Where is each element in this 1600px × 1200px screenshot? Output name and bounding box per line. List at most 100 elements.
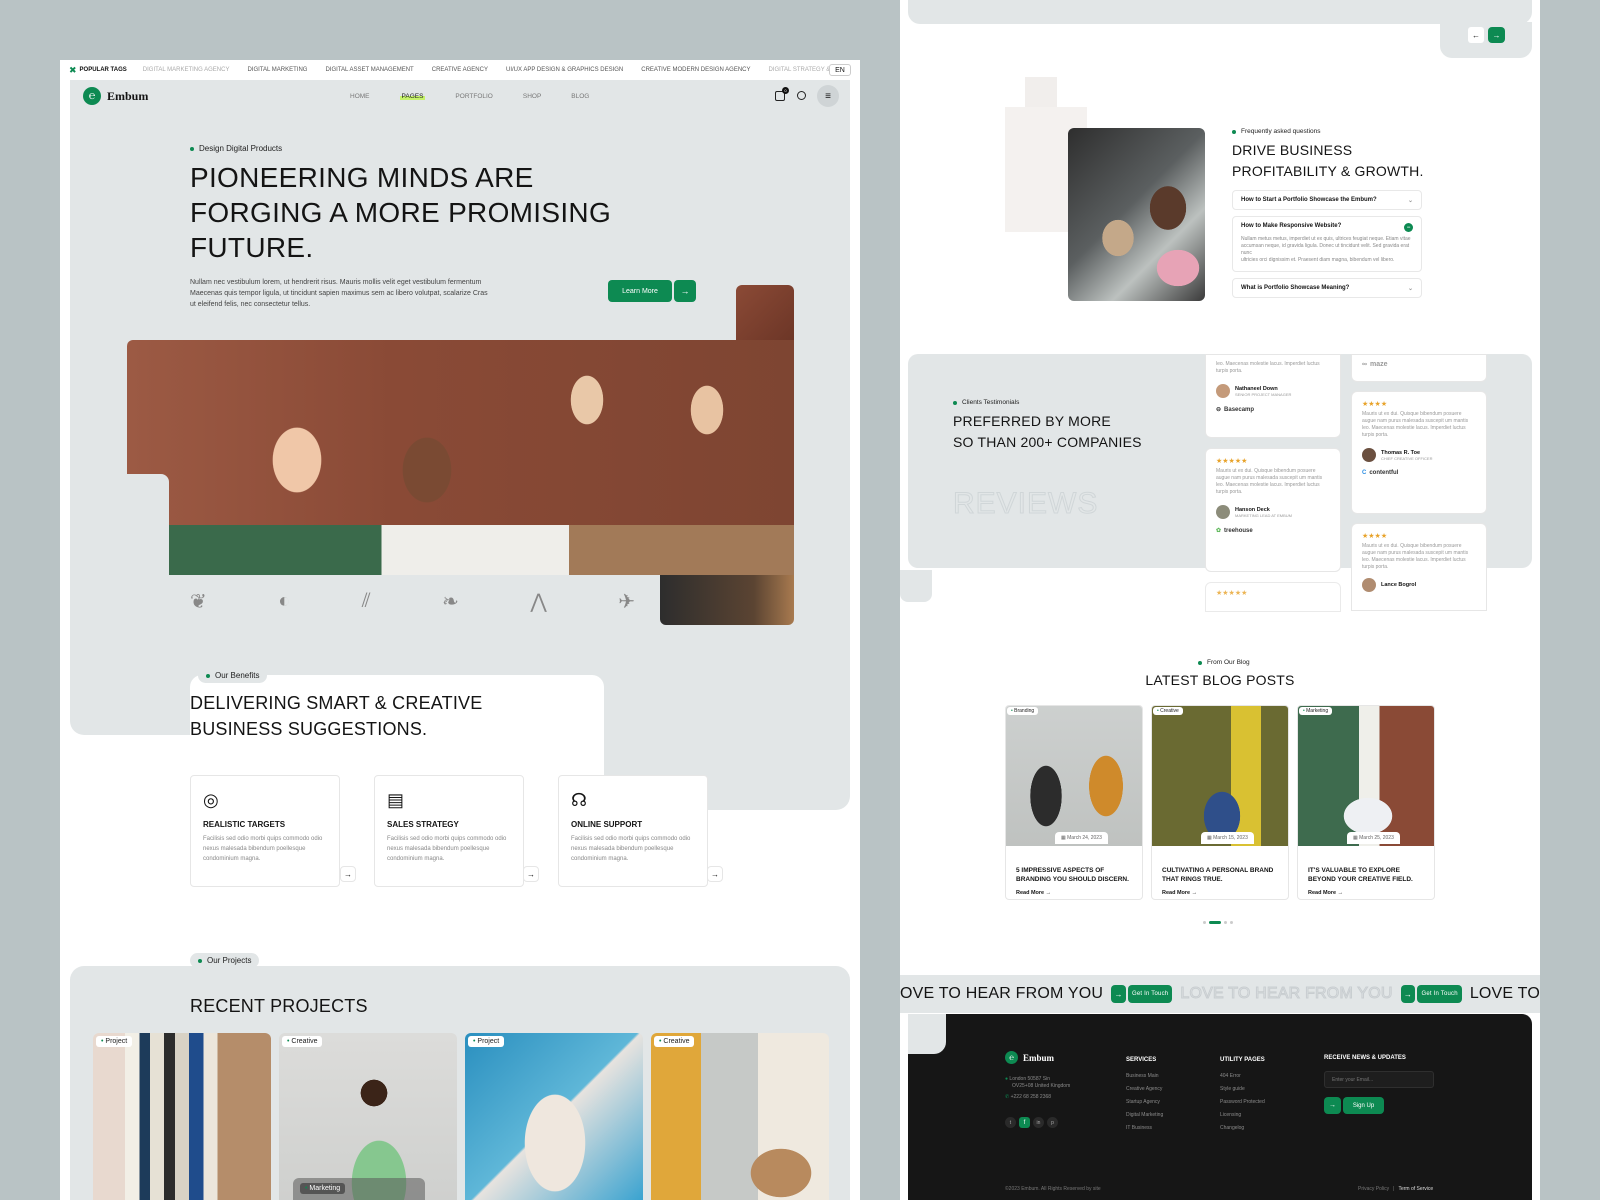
benefit-card[interactable]: ◎ REALISTIC TARGETS Facilisis sed odio m… <box>190 775 340 887</box>
nav-portfolio[interactable]: PORTFOLIO <box>455 93 492 100</box>
blog-post-title: 5 IMPRESSIVE ASPECTS OF BRANDING YOU SHOU… <box>1016 867 1129 883</box>
chevron-down-icon: ⌄ <box>1407 198 1413 204</box>
main-nav: HOME PAGES PORTFOLIO SHOP BLOG <box>350 93 589 100</box>
project-tag: Project <box>468 1036 505 1047</box>
brand-name: Embum <box>107 88 149 103</box>
footer-link[interactable]: Business Main <box>1126 1070 1163 1083</box>
hero-text-line: ut eleifend felis, nec consectetur tellu… <box>190 301 311 308</box>
faq-item-open[interactable]: How to Make Responsive Website? − Nullam … <box>1232 216 1422 272</box>
nav-shop[interactable]: SHOP <box>523 93 541 100</box>
read-more-link[interactable]: Read More → <box>1308 890 1424 896</box>
faq-photo <box>1068 128 1205 301</box>
blog-title: LATEST BLOG POSTS <box>1145 672 1295 688</box>
linkedin-icon[interactable]: in <box>1033 1117 1044 1128</box>
project-image-art[interactable] <box>465 1033 643 1200</box>
company-logo: ∞ maze <box>1362 361 1388 368</box>
faq-title-line: DRIVE BUSINESS <box>1232 142 1353 158</box>
nav-blog[interactable]: BLOG <box>571 93 589 100</box>
logo[interactable]: ℮ Embum <box>83 87 148 105</box>
project-image-books[interactable] <box>93 1033 271 1200</box>
footer-link[interactable]: IT Business <box>1126 1122 1163 1135</box>
facebook-icon[interactable]: f <box>1019 1117 1030 1128</box>
faq-item[interactable]: How to Start a Portfolio Showcase the Em… <box>1232 190 1422 210</box>
avatar <box>1216 505 1230 519</box>
blog-card[interactable]: IT'S VALUABLE TO EXPLORE BEYOND YOUR CREA… <box>1297 705 1435 900</box>
learn-more-arrow-button[interactable]: → <box>674 280 696 302</box>
read-more-link[interactable]: Read More → <box>1016 890 1132 896</box>
footer-link[interactable]: 404 Error <box>1220 1070 1265 1083</box>
avatar <box>1362 578 1376 592</box>
hero-notch-b <box>640 575 660 625</box>
search-icon[interactable] <box>797 91 806 100</box>
carousel-dots[interactable] <box>1203 921 1233 924</box>
footer-link[interactable]: Password Protected <box>1220 1096 1265 1109</box>
benefit-card[interactable]: ☊ ONLINE SUPPORT Facilisis sed odio morb… <box>558 775 708 887</box>
benefits-title-line: DELIVERING SMART & CREATIVE <box>190 693 483 713</box>
testimonial-card: ∞ maze <box>1351 354 1487 382</box>
signup-button[interactable]: Sign Up <box>1343 1097 1384 1114</box>
benefit-card-arrow[interactable]: → <box>523 866 539 882</box>
client-logos: ❦ ◐ ⫽ ❧ ⋀ ✈ <box>190 587 635 615</box>
prev-button[interactable]: ← <box>1468 27 1484 43</box>
footer-link[interactable]: Digital Marketing <box>1126 1109 1163 1122</box>
hero-title-line: PIONEERING MINDS ARE <box>190 162 534 193</box>
signup-arrow-button[interactable]: → <box>1324 1097 1341 1114</box>
benefit-title: SALES STRATEGY <box>387 820 459 829</box>
carousel-dot[interactable] <box>1230 921 1233 924</box>
footer-link[interactable]: Startup Agency <box>1126 1096 1163 1109</box>
reviewer-name: Lance Bogrol <box>1381 582 1417 588</box>
carousel-dot[interactable] <box>1224 921 1227 924</box>
tag-link[interactable]: DIGITAL ASSET MANAGEMENT <box>325 67 413 73</box>
footer-logo[interactable]: ℮ Embum <box>1005 1051 1054 1064</box>
carousel-dot-active[interactable] <box>1209 921 1221 924</box>
blog-image <box>1298 706 1434 846</box>
hero-title: PIONEERING MINDS ARE FORGING A MORE PROM… <box>190 160 640 265</box>
tag-link[interactable]: CREATIVE AGENCY <box>432 67 488 73</box>
popular-tags-label: POPULAR TAGS <box>79 67 127 73</box>
tag-link[interactable]: CREATIVE MODERN DESIGN AGENCY <box>641 67 750 73</box>
twitter-icon[interactable]: t <box>1005 1117 1016 1128</box>
terms-link[interactable]: Term of Service <box>1398 1186 1433 1192</box>
benefit-card[interactable]: ▤ SALES STRATEGY Facilisis sed odio morb… <box>374 775 524 887</box>
footer-link[interactable]: Changelog <box>1220 1122 1265 1135</box>
brand-name: Embum <box>1023 1052 1055 1063</box>
blog-date: ▦ March 15, 2023 <box>1201 832 1254 844</box>
get-in-touch-button[interactable]: Get In Touch <box>1127 985 1173 1003</box>
blog-card[interactable]: 5 IMPRESSIVE ASPECTS OF BRANDING YOU SHOU… <box>1005 705 1143 900</box>
language-switch[interactable]: EN <box>829 64 851 76</box>
pinterest-icon[interactable]: p <box>1047 1117 1058 1128</box>
privacy-link[interactable]: Privacy Policy <box>1358 1186 1389 1192</box>
read-more-link[interactable]: Read More → <box>1162 890 1278 896</box>
tag-link[interactable]: UI/UX APP DESIGN & GRAPHICS DESIGN <box>506 67 623 73</box>
get-in-touch-button[interactable]: Get In Touch <box>1417 985 1462 1003</box>
tag-link[interactable]: DIGITAL MARKETING <box>247 67 307 73</box>
menu-button[interactable]: ≡ <box>817 85 839 107</box>
project-image-portrait[interactable] <box>279 1033 457 1200</box>
learn-more-button[interactable]: Learn More <box>608 280 672 302</box>
testimonials-eyebrow: Clients Testimonials <box>953 399 1019 406</box>
footer-link[interactable]: Licensing <box>1220 1109 1265 1122</box>
blog-image <box>1006 706 1142 846</box>
faq-question: How to Start a Portfolio Showcase the Em… <box>1241 197 1377 203</box>
nav-home[interactable]: HOME <box>350 93 370 100</box>
benefit-card-arrow[interactable]: → <box>707 866 723 882</box>
hero-description: Nullam nec vestibulum lorem, ut hendreri… <box>190 277 520 310</box>
benefit-card-arrow[interactable]: → <box>340 866 356 882</box>
faq-item[interactable]: What is Portfolio Showcase Meaning? ⌄ <box>1232 278 1422 298</box>
project-image-chair[interactable] <box>651 1033 829 1200</box>
logo-icon: ℮ <box>83 87 101 105</box>
newsletter-email-input[interactable] <box>1324 1071 1434 1088</box>
footer-utility: UTILITY PAGES 404 Error Style guide Pass… <box>1220 1054 1265 1135</box>
testimonial-card: ★★★★ Mauris ut ex dui. Quisque bibendum … <box>1351 391 1487 514</box>
hero-title-line: FUTURE. <box>190 232 314 263</box>
arrow-right-icon: → <box>527 869 535 879</box>
footer-link[interactable]: Creative Agency <box>1126 1083 1163 1096</box>
testimonial-card: ★★★★★ <box>1205 582 1341 612</box>
nav-pages[interactable]: PAGES <box>399 93 426 100</box>
carousel-dot[interactable] <box>1203 921 1206 924</box>
hamburger-icon: ≡ <box>825 90 831 102</box>
tag-link[interactable]: DIGITAL MARKETING AGENCY <box>143 67 230 73</box>
next-button[interactable]: → <box>1488 27 1505 43</box>
blog-card[interactable]: CULTIVATING A PERSONAL BRAND THAT RINGS T… <box>1151 705 1289 900</box>
footer-link[interactable]: Style guide <box>1220 1083 1265 1096</box>
